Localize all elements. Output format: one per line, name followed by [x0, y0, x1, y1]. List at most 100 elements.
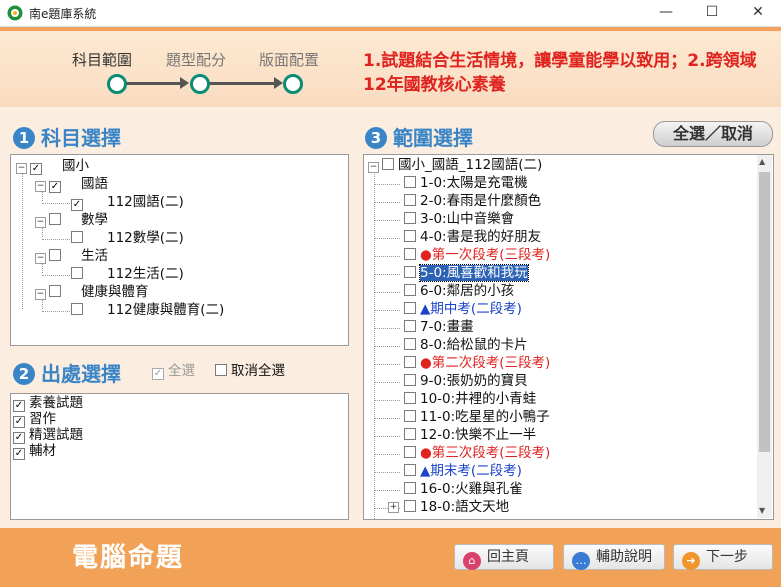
checkbox-unchecked[interactable] [404, 284, 416, 296]
range-item[interactable]: 4-0:書是我的好朋友 [375, 229, 541, 246]
tree-item-chinese-112[interactable]: ✓ 112國語(二) [71, 194, 184, 211]
range-item-label: 5-0:風喜歡和我玩 [419, 264, 529, 282]
help-button[interactable]: … 輔助說明 [563, 544, 665, 570]
source-item[interactable]: ✓ 習作 [13, 411, 56, 428]
range-item[interactable]: ●第一次段考(三段考) [375, 247, 551, 264]
range-root[interactable]: − 國小_國語_112國語(二) [368, 157, 542, 174]
range-item[interactable]: 3-0:山中音樂會 [375, 211, 514, 228]
scroll-up-icon[interactable]: ▲ [759, 157, 765, 166]
tree-item-chinese[interactable]: − ✓ 國語 [35, 176, 108, 193]
range-item[interactable]: 5-0:風喜歡和我玩 [375, 264, 529, 282]
range-item[interactable]: ●第三次段考(三段考) [375, 445, 550, 462]
step-connector [208, 82, 274, 85]
range-item[interactable]: 2-0:春雨是什麼顏色 [375, 193, 541, 210]
tree-item-math-112[interactable]: 112數學(二) [71, 230, 184, 247]
next-button[interactable]: ➔ 下一步 [673, 544, 773, 570]
checkbox-unchecked[interactable] [404, 230, 416, 242]
deselect-all-option[interactable]: 取消全選 [215, 363, 285, 380]
home-button[interactable]: ⌂ 回主頁 [454, 544, 554, 570]
checkbox-unchecked[interactable] [404, 464, 416, 476]
checkbox-unchecked[interactable] [71, 303, 83, 315]
minimize-button[interactable]: — [643, 0, 689, 26]
range-item[interactable]: 10-0:井裡的小青蛙 [375, 391, 536, 408]
checkbox-unchecked[interactable] [404, 482, 416, 494]
tree-label: 生活 [81, 248, 108, 264]
checkbox-unchecked[interactable] [404, 194, 416, 206]
source-item[interactable]: ✓ 素養試題 [13, 395, 83, 412]
range-scrollbar-thumb[interactable] [759, 172, 770, 452]
tree-label: 112國語(二) [107, 194, 184, 210]
checkbox-unchecked[interactable] [404, 374, 416, 386]
checkbox-unchecked[interactable] [404, 266, 416, 278]
tree-item-life[interactable]: − 生活 [35, 248, 108, 265]
range-item[interactable]: 1-0:太陽是充電機 [375, 175, 528, 192]
source-item[interactable]: ✓ 輔材 [13, 443, 56, 460]
range-tree-panel[interactable]: − 國小_國語_112國語(二) 1-0:太陽是充電機 2-0:春雨是什麼顏色 3-0… [363, 154, 774, 520]
subject-tree-panel[interactable]: − ✓ 國小 − ✓ 國語 ✓ 112國語(二) − 數學 112數學(二) − 生活 112… [10, 154, 349, 346]
close-button[interactable]: ✕ [735, 0, 781, 26]
collapse-icon[interactable]: − [35, 181, 46, 192]
checkbox-unchecked[interactable] [404, 428, 416, 440]
range-root-label: 國小_國語_112國語(二) [398, 157, 543, 173]
next-arrow-icon: ➔ [682, 552, 700, 570]
range-item-label: ●第一次段考(三段考) [420, 247, 551, 263]
home-label: 回主頁 [487, 549, 529, 565]
tree-item-elementary[interactable]: − ✓ 國小 [16, 158, 89, 175]
checkbox-unchecked[interactable] [404, 248, 416, 260]
checkbox-checked[interactable]: ✓ [30, 163, 42, 175]
checkbox-unchecked[interactable] [215, 364, 227, 376]
collapse-icon[interactable]: − [35, 217, 46, 228]
range-item-label: ▲期中考(二段考) [420, 301, 522, 317]
range-item[interactable]: ●第二次段考(三段考) [375, 355, 551, 372]
range-item[interactable]: 9-0:張奶奶的寶貝 [375, 373, 528, 390]
source-list-panel[interactable]: ✓ 素養試題 ✓ 習作 ✓ 精選試題 ✓ 輔材 [10, 393, 349, 520]
source-item[interactable]: ✓ 精選試題 [13, 427, 83, 444]
checkbox-unchecked[interactable] [49, 249, 61, 261]
range-item[interactable]: ▲期中考(二段考) [375, 301, 522, 318]
checkbox-unchecked[interactable] [71, 231, 83, 243]
collapse-icon[interactable]: − [368, 162, 379, 173]
tree-item-life-112[interactable]: 112生活(二) [71, 266, 184, 283]
checkbox-checked[interactable]: ✓ [49, 181, 61, 193]
checkbox-unchecked[interactable] [404, 176, 416, 188]
range-item[interactable]: 6-0:鄰居的小孩 [375, 283, 514, 300]
range-item[interactable]: 8-0:給松鼠的卡片 [375, 337, 528, 354]
range-item[interactable]: 16-0:火雞與孔雀 [375, 481, 523, 498]
collapse-icon[interactable]: − [35, 253, 46, 264]
collapse-icon[interactable]: − [35, 289, 46, 300]
checkbox-unchecked[interactable] [404, 410, 416, 422]
checkbox-unchecked[interactable] [404, 392, 416, 404]
step-bar: 科目範圍 題型配分 版面配置 1.試題結合生活情境，讓學童能學以致用；2.跨領域… [0, 27, 781, 107]
maximize-button[interactable]: ☐ [689, 0, 735, 26]
range-item[interactable]: 7-0:畫畫 [375, 319, 474, 336]
checkbox-unchecked[interactable] [71, 267, 83, 279]
app-logo-icon [7, 5, 23, 21]
scroll-down-icon[interactable]: ▼ [759, 506, 765, 515]
range-item[interactable]: 11-0:吃星星的小鴨子 [375, 409, 550, 426]
tree-item-health-pe-112[interactable]: 112健康與體育(二) [71, 302, 224, 319]
checkbox-checked[interactable]: ✓ [152, 368, 164, 380]
checkbox-unchecked[interactable] [404, 446, 416, 458]
checkbox-unchecked[interactable] [49, 285, 61, 297]
checkbox-unchecked[interactable] [404, 338, 416, 350]
range-item[interactable]: 18-0:語文天地 + [375, 499, 509, 516]
checkbox-unchecked[interactable] [404, 320, 416, 332]
step-label-question-type: 題型配分 [166, 51, 227, 69]
checkbox-unchecked[interactable] [404, 212, 416, 224]
tree-item-math[interactable]: − 數學 [35, 212, 108, 229]
checkbox-unchecked[interactable] [404, 302, 416, 314]
checkbox-checked[interactable]: ✓ [13, 448, 25, 460]
range-item[interactable]: ▲期末考(二段考) [375, 463, 522, 480]
collapse-icon[interactable]: − [16, 163, 27, 174]
toggle-all-button[interactable]: 全選／取消 [653, 121, 773, 147]
expand-icon[interactable]: + [388, 502, 399, 513]
checkbox-unchecked[interactable] [404, 500, 416, 512]
select-all-option[interactable]: ✓ 全選 [152, 363, 195, 380]
checkbox-unchecked[interactable] [404, 356, 416, 368]
range-item[interactable]: 12-0:快樂不止一半 [375, 427, 536, 444]
checkbox-unchecked[interactable] [49, 213, 61, 225]
checkbox-checked[interactable]: ✓ [71, 199, 83, 211]
checkbox-unchecked[interactable] [382, 158, 394, 170]
tree-item-health-pe[interactable]: − 健康與體育 [35, 284, 149, 301]
range-item-label: ●第二次段考(三段考) [420, 355, 551, 371]
